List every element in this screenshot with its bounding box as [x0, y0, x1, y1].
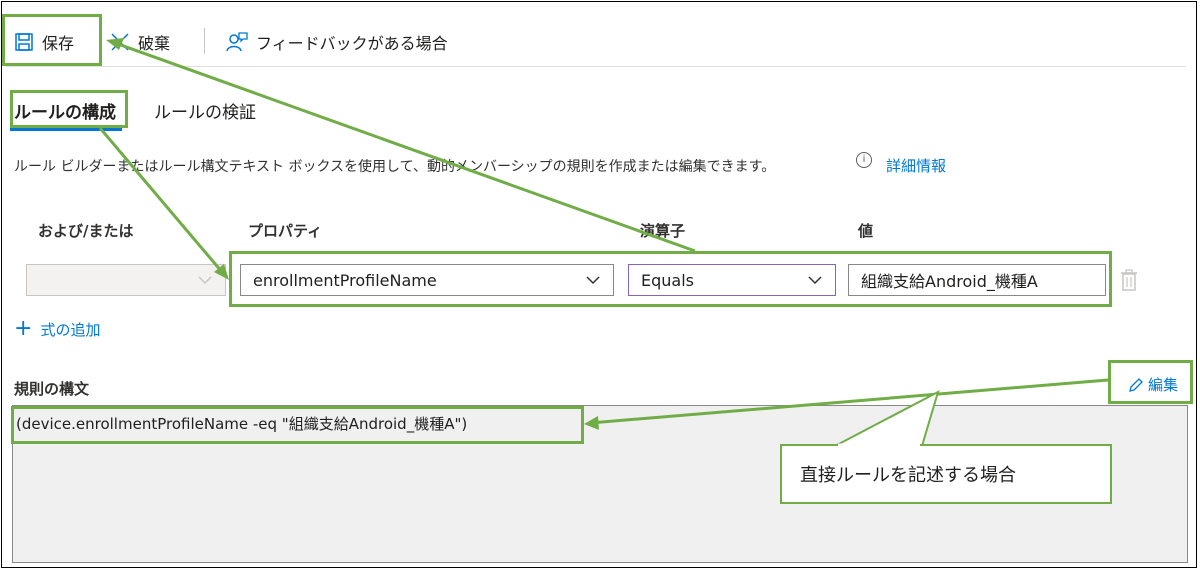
value-input[interactable]: 組織支給Android_機種A — [848, 264, 1106, 296]
plus-icon: + — [14, 316, 33, 341]
header-operator: 演算子 — [640, 222, 686, 240]
rule-syntax-text: (device.enrollmentProfileName -eq "組織支給A… — [16, 415, 468, 433]
discard-label: 破棄 — [138, 34, 171, 53]
trash-icon[interactable] — [1119, 268, 1139, 292]
save-label: 保存 — [42, 34, 75, 53]
toolbar-divider — [6, 66, 1186, 67]
header-property: プロパティ — [248, 222, 323, 240]
rule-syntax-label: 規則の構文 — [14, 380, 90, 398]
chevron-down-icon — [808, 276, 822, 285]
annotation-callout: 直接ルールを記述する場合 — [780, 444, 1112, 504]
save-button[interactable]: 保存 — [14, 30, 74, 54]
property-value: enrollmentProfileName — [253, 270, 437, 290]
operator-value: Equals — [641, 270, 694, 290]
pencil-icon — [1129, 377, 1143, 392]
feedback-button[interactable]: フィードバックがある場合 — [226, 30, 448, 54]
add-expression-label: 式の追加 — [40, 320, 101, 339]
chevron-down-icon — [586, 276, 600, 285]
save-icon — [15, 33, 33, 51]
learn-more-link[interactable]: 詳細情報 — [886, 155, 946, 176]
header-value: 値 — [858, 222, 874, 240]
operator-dropdown[interactable]: Equals — [628, 264, 836, 296]
info-icon[interactable]: i — [856, 152, 872, 168]
active-tab-indicator — [10, 128, 122, 131]
feedback-person-icon — [226, 32, 248, 52]
tab-rule-validation[interactable]: ルールの検証 — [154, 98, 256, 123]
edit-button[interactable]: 編集 — [1128, 374, 1178, 395]
value-text: 組織支給Android_機種A — [861, 272, 1038, 291]
description-text: ルール ビルダーまたはルール構文テキスト ボックスを使用して、動的メンバーシップ… — [14, 159, 776, 175]
tab-rule-configuration[interactable]: ルールの構成 — [14, 98, 116, 123]
discard-button[interactable]: 破棄 — [110, 30, 170, 54]
header-and-or: および/または — [38, 222, 134, 240]
and-or-dropdown[interactable] — [26, 264, 226, 296]
close-icon — [111, 33, 129, 51]
property-dropdown[interactable]: enrollmentProfileName — [240, 264, 614, 296]
add-expression-button[interactable]: + 式の追加 — [14, 318, 100, 340]
chevron-down-icon — [198, 276, 212, 285]
toolbar-separator — [204, 28, 205, 54]
feedback-label: フィードバックがある場合 — [256, 34, 448, 53]
edit-label: 編集 — [1148, 376, 1179, 394]
